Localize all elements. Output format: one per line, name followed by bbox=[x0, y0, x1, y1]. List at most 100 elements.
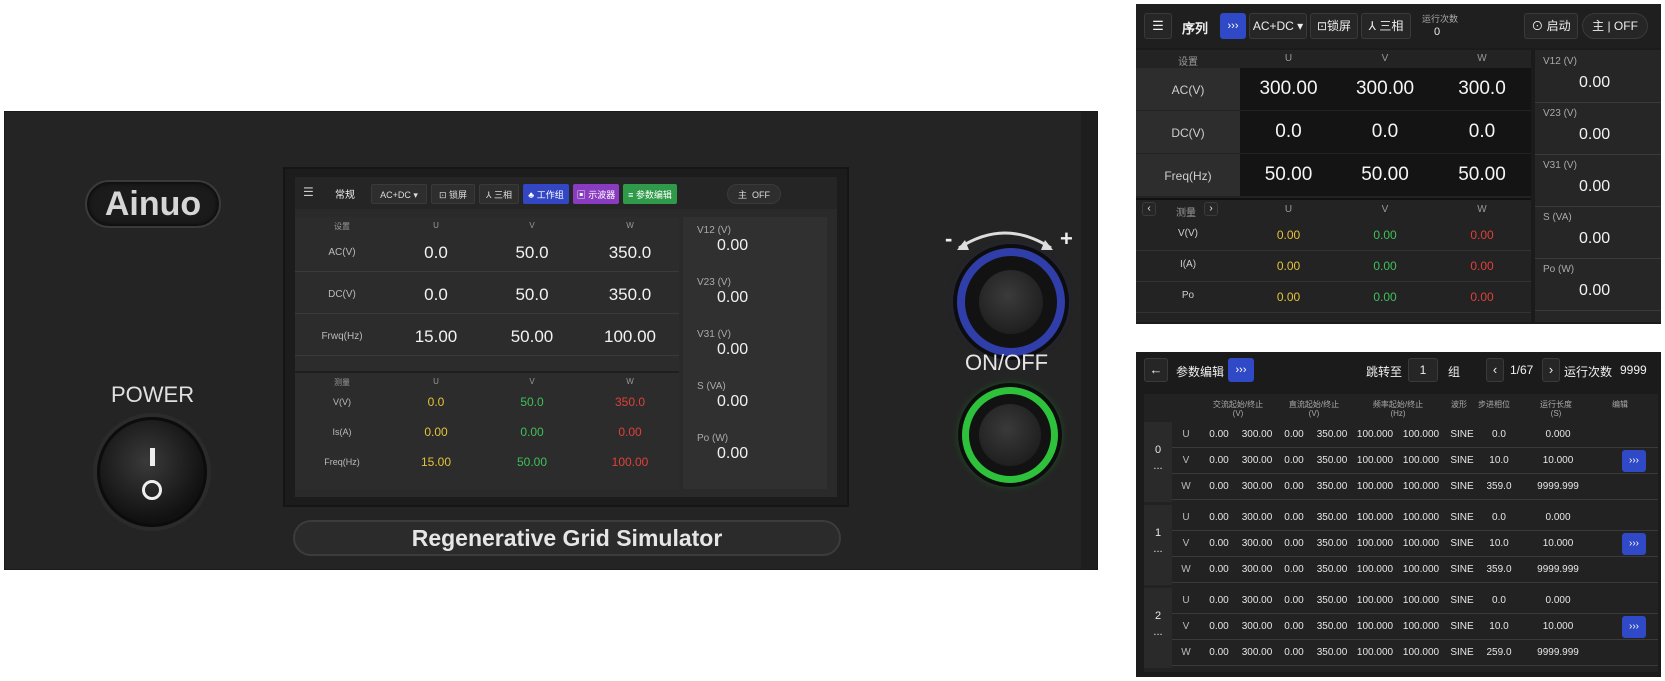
edit-group-button[interactable]: ››› bbox=[1622, 450, 1646, 472]
param-cell[interactable]: 300.00 bbox=[1238, 429, 1276, 440]
param-cell[interactable]: 10.000 bbox=[1518, 538, 1598, 549]
param-cell[interactable]: 359.0 bbox=[1480, 481, 1518, 492]
param-cell[interactable]: 300.00 bbox=[1238, 538, 1276, 549]
start-button[interactable]: ⊙ 启动 bbox=[1524, 13, 1578, 39]
param-cell[interactable]: 300.00 bbox=[1238, 647, 1276, 658]
param-cell[interactable]: 0.00 bbox=[1200, 455, 1238, 466]
set-value[interactable]: 300.0 bbox=[1433, 78, 1531, 100]
param-cell[interactable]: 0.00 bbox=[1200, 512, 1238, 523]
param-cell[interactable]: SINE bbox=[1444, 595, 1480, 606]
param-cell[interactable]: 0.00 bbox=[1276, 455, 1312, 466]
param-cell[interactable]: 0.00 bbox=[1276, 538, 1312, 549]
set-value[interactable]: 0.0 bbox=[1337, 121, 1433, 143]
param-cell[interactable]: 100.000 bbox=[1352, 481, 1398, 492]
param-cell[interactable]: SINE bbox=[1444, 647, 1480, 658]
set-value[interactable]: 50.0 bbox=[483, 285, 581, 305]
param-cell[interactable]: 350.00 bbox=[1312, 647, 1352, 658]
param-cell[interactable]: 0.00 bbox=[1200, 647, 1238, 658]
param-cell[interactable]: 350.00 bbox=[1312, 429, 1352, 440]
param-cell[interactable]: 0.00 bbox=[1276, 512, 1312, 523]
param-cell[interactable]: 300.00 bbox=[1238, 512, 1276, 523]
param-cell[interactable]: SINE bbox=[1444, 455, 1480, 466]
param-cell[interactable]: 100.000 bbox=[1352, 564, 1398, 575]
mode-label[interactable]: 序列 bbox=[1182, 18, 1208, 37]
param-cell[interactable]: 100.000 bbox=[1398, 481, 1444, 492]
menu-icon[interactable]: ☰ bbox=[303, 185, 314, 199]
next-page-button[interactable]: › bbox=[1542, 358, 1560, 382]
coupling-dropdown[interactable]: AC+DC ▾ bbox=[1249, 13, 1307, 39]
workgroup-button[interactable]: ♣ 工作组 bbox=[523, 184, 569, 204]
set-value[interactable]: 0.0 bbox=[389, 285, 483, 305]
param-cell[interactable]: 0.00 bbox=[1200, 481, 1238, 492]
group-more[interactable]: ... bbox=[1144, 626, 1172, 638]
prev-page-button[interactable]: ‹ bbox=[1486, 358, 1504, 382]
param-cell[interactable]: 100.000 bbox=[1398, 647, 1444, 658]
param-cell[interactable]: 9999.999 bbox=[1518, 647, 1598, 658]
param-cell[interactable]: 10.0 bbox=[1480, 538, 1518, 549]
oscilloscope-button[interactable]: ▣ 示波器 bbox=[573, 184, 619, 204]
master-output-toggle[interactable]: 主 OFF bbox=[727, 184, 781, 204]
param-cell[interactable]: 350.00 bbox=[1312, 481, 1352, 492]
master-output-toggle[interactable]: 主 | OFF bbox=[1582, 13, 1648, 39]
param-cell[interactable]: 100.000 bbox=[1398, 621, 1444, 632]
param-cell[interactable]: 100.000 bbox=[1352, 595, 1398, 606]
param-cell[interactable]: 0.00 bbox=[1200, 538, 1238, 549]
group-more[interactable]: ... bbox=[1144, 460, 1172, 472]
param-cell[interactable]: 0.0 bbox=[1480, 512, 1518, 523]
param-cell[interactable]: 0.00 bbox=[1276, 429, 1312, 440]
power-switch[interactable] bbox=[97, 417, 207, 527]
param-cell[interactable]: 100.000 bbox=[1352, 512, 1398, 523]
param-cell[interactable]: 300.00 bbox=[1238, 455, 1276, 466]
edit-group-button[interactable]: ››› bbox=[1622, 533, 1646, 555]
menu-icon[interactable]: ☰ bbox=[1144, 13, 1172, 39]
lock-screen-button[interactable]: ⊡锁屏 bbox=[1310, 13, 1358, 39]
param-cell[interactable]: 0.00 bbox=[1276, 595, 1312, 606]
param-cell[interactable]: 100.000 bbox=[1398, 455, 1444, 466]
param-cell[interactable]: 0.00 bbox=[1276, 621, 1312, 632]
param-cell[interactable]: SINE bbox=[1444, 481, 1480, 492]
group-more[interactable]: ... bbox=[1144, 543, 1172, 555]
param-cell[interactable]: 0.00 bbox=[1200, 429, 1238, 440]
param-cell[interactable]: SINE bbox=[1444, 429, 1480, 440]
param-cell[interactable]: 100.000 bbox=[1398, 429, 1444, 440]
param-cell[interactable]: 259.0 bbox=[1480, 647, 1518, 658]
set-value[interactable]: 0.0 bbox=[1433, 121, 1531, 143]
set-value[interactable]: 350.0 bbox=[581, 243, 679, 263]
param-cell[interactable]: 9999.999 bbox=[1518, 481, 1598, 492]
sequence-arrow-button[interactable]: ››› bbox=[1220, 13, 1246, 39]
param-cell[interactable]: 10.0 bbox=[1480, 455, 1518, 466]
param-cell[interactable]: 0.000 bbox=[1518, 512, 1598, 523]
set-value[interactable]: 350.0 bbox=[581, 285, 679, 305]
param-cell[interactable]: SINE bbox=[1444, 538, 1480, 549]
param-cell[interactable]: 300.00 bbox=[1238, 564, 1276, 575]
meas-next-button[interactable]: › bbox=[1204, 202, 1218, 216]
jump-input[interactable]: 1 bbox=[1408, 358, 1438, 382]
param-cell[interactable]: 300.00 bbox=[1238, 621, 1276, 632]
set-value[interactable]: 0.0 bbox=[389, 243, 483, 263]
param-cell[interactable]: 9999.999 bbox=[1518, 564, 1598, 575]
back-button[interactable]: ← bbox=[1144, 358, 1168, 382]
param-cell[interactable]: 350.00 bbox=[1312, 538, 1352, 549]
param-cell[interactable]: 300.00 bbox=[1238, 595, 1276, 606]
param-cell[interactable]: 0.00 bbox=[1276, 481, 1312, 492]
param-cell[interactable]: 100.000 bbox=[1352, 647, 1398, 658]
param-edit-button[interactable]: ≡ 参数编辑 bbox=[623, 184, 677, 204]
set-value[interactable]: 15.00 bbox=[389, 327, 483, 347]
param-cell[interactable]: 10.000 bbox=[1518, 455, 1598, 466]
param-cell[interactable]: 0.00 bbox=[1200, 564, 1238, 575]
param-cell[interactable]: 0.0 bbox=[1480, 595, 1518, 606]
set-value[interactable]: 50.00 bbox=[483, 327, 581, 347]
three-phase-button[interactable]: ⅄ 三相 bbox=[1361, 13, 1411, 39]
param-cell[interactable]: 100.000 bbox=[1398, 595, 1444, 606]
param-cell[interactable]: 0.00 bbox=[1200, 621, 1238, 632]
set-value[interactable]: 300.00 bbox=[1240, 78, 1337, 100]
mode-label[interactable]: 常规 bbox=[335, 186, 355, 201]
adjust-knob[interactable] bbox=[957, 248, 1065, 356]
set-value[interactable]: 0.0 bbox=[1240, 121, 1337, 143]
param-arrow-button[interactable]: ››› bbox=[1228, 358, 1254, 382]
param-cell[interactable]: 359.0 bbox=[1480, 564, 1518, 575]
param-cell[interactable]: 300.00 bbox=[1238, 481, 1276, 492]
param-cell[interactable]: 100.000 bbox=[1352, 621, 1398, 632]
param-cell[interactable]: SINE bbox=[1444, 621, 1480, 632]
set-value[interactable]: 100.00 bbox=[581, 327, 679, 347]
